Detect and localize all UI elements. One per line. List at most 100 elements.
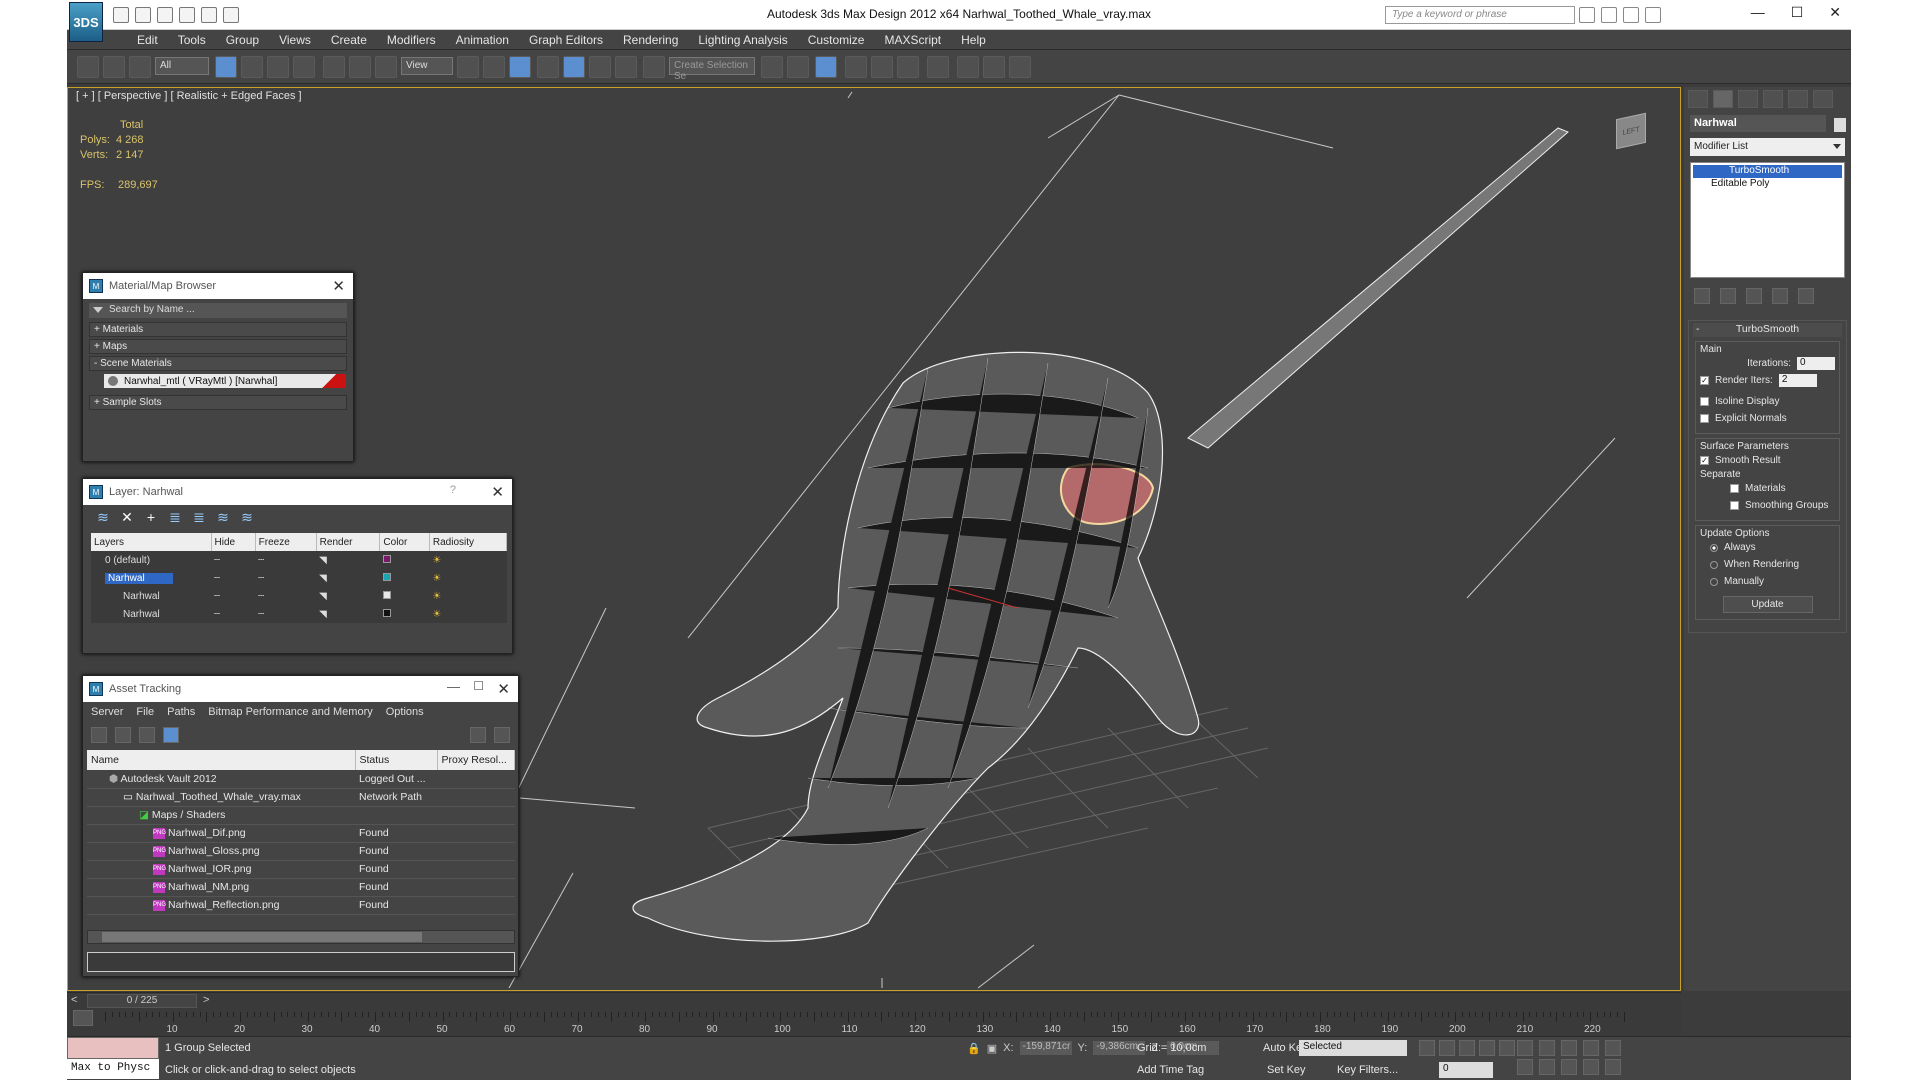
rectangular-selection-icon[interactable] — [267, 56, 289, 78]
asset-menu-options[interactable]: Options — [386, 706, 424, 720]
menu-tools[interactable]: Tools — [168, 30, 216, 49]
make-unique-icon[interactable] — [1746, 288, 1762, 304]
viewport-label[interactable]: [ + ] [ Perspective ] [ Realistic + Edge… — [76, 90, 302, 102]
layer-freeze-toggle[interactable]: ┄ — [255, 605, 317, 623]
layer-color-cell[interactable] — [379, 605, 430, 623]
asset-horizontal-scrollbar[interactable] — [87, 930, 515, 944]
percent-snap-icon[interactable] — [589, 56, 611, 78]
smoothing-groups-checkbox[interactable] — [1730, 501, 1739, 510]
window-crossing-icon[interactable] — [293, 56, 315, 78]
render-production-icon[interactable] — [1009, 56, 1031, 78]
previous-frame-icon[interactable] — [1439, 1040, 1455, 1056]
rotate-icon[interactable] — [349, 56, 371, 78]
group-sample-slots[interactable]: + Sample Slots — [89, 395, 347, 410]
add-time-tag[interactable]: Add Time Tag — [1137, 1064, 1204, 1076]
scrollbar-thumb[interactable] — [102, 932, 422, 942]
layer-color-cell[interactable] — [379, 551, 430, 569]
minimize-button[interactable]: — — [1751, 4, 1765, 21]
list-view-icon[interactable] — [115, 727, 131, 743]
communication-center-icon[interactable] — [1601, 7, 1617, 23]
group-scene-materials[interactable]: - Scene Materials — [89, 356, 347, 371]
rendered-frame-window-icon[interactable] — [983, 56, 1005, 78]
reference-coordinate-dropdown[interactable]: View — [401, 57, 453, 75]
layer-color-cell[interactable] — [379, 569, 430, 587]
pivot-center-icon[interactable] — [457, 56, 479, 78]
layer-name[interactable]: Narhwal — [91, 587, 211, 605]
zoom-extents-all-icon[interactable] — [1583, 1040, 1599, 1056]
zoom-extents-icon[interactable] — [1561, 1040, 1577, 1056]
layer-render-toggle[interactable]: ◥ — [316, 569, 380, 587]
timeline-ruler[interactable]: 10 20 30 40 50 60 70 80 90 100 110 120 130 140 150 160 1… — [105, 1012, 1705, 1035]
align-icon[interactable] — [787, 56, 809, 78]
stack-item-editable-poly[interactable]: Editable Poly — [1693, 178, 1842, 191]
zoom-all-icon[interactable] — [1539, 1040, 1555, 1056]
time-slider-prev[interactable]: < — [71, 994, 77, 1006]
layer-hide-toggle[interactable]: ┄ — [211, 569, 256, 587]
menu-group[interactable]: Group — [216, 30, 269, 49]
layer-row[interactable]: Narhwal ┄ ┄ ◥ ☀ — [91, 569, 507, 587]
scale-icon[interactable] — [375, 56, 397, 78]
walk-through-icon[interactable] — [1583, 1059, 1599, 1075]
asset-row[interactable]: PNG Narhwal_Reflection.png Found — [87, 896, 515, 915]
render-iters-spinner[interactable]: 2 — [1778, 374, 1817, 387]
keyboard-shortcut-override-icon[interactable] — [509, 56, 531, 78]
orbit-icon[interactable] — [1539, 1059, 1555, 1075]
add-to-layer-icon[interactable]: + — [143, 509, 159, 525]
freeze-all-icon[interactable]: ≋ — [239, 509, 255, 525]
asset-row[interactable]: PNG Narhwal_NM.png Found — [87, 878, 515, 897]
material-search-input[interactable]: Search by Name ... — [89, 303, 347, 318]
utilities-tab-icon[interactable] — [1813, 90, 1833, 108]
asset-row[interactable]: ◪ Maps / Shaders — [87, 806, 515, 825]
go-to-start-icon[interactable] — [1419, 1040, 1435, 1056]
explicit-normals-checkbox[interactable] — [1700, 414, 1709, 423]
layer-name[interactable]: 0 (default) — [91, 551, 211, 569]
graphite-ribbon-icon[interactable] — [845, 56, 867, 78]
col-hide[interactable]: Hide — [211, 533, 256, 551]
zoom-icon[interactable] — [1517, 1040, 1533, 1056]
layer-render-toggle[interactable]: ◥ — [316, 551, 380, 569]
pan-icon[interactable] — [1517, 1059, 1533, 1075]
menu-views[interactable]: Views — [269, 30, 321, 49]
close-icon[interactable]: ✕ — [491, 483, 504, 501]
object-color-swatch[interactable] — [1834, 118, 1846, 132]
layer-radiosity-toggle[interactable]: ☀ — [429, 569, 507, 587]
mirror-icon[interactable] — [761, 56, 783, 78]
tree-view-icon[interactable] — [139, 727, 155, 743]
col-radiosity[interactable]: Radiosity — [429, 533, 508, 551]
go-to-end-icon[interactable] — [1499, 1040, 1515, 1056]
layer-manager-icon[interactable] — [815, 56, 837, 78]
asset-row[interactable]: PNG Narhwal_Dif.png Found — [87, 824, 515, 843]
asset-menu-server[interactable]: Server — [91, 706, 123, 720]
spinner-snap-icon[interactable] — [615, 56, 637, 78]
asset-row[interactable]: ⬢ Autodesk Vault 2012 Logged Out ... — [87, 770, 515, 789]
bind-space-warp-icon[interactable] — [129, 56, 151, 78]
table-view-icon[interactable] — [163, 727, 179, 743]
group-materials[interactable]: + Materials — [89, 322, 347, 337]
layer-name-wrap[interactable]: Narhwal — [91, 569, 211, 587]
menu-customize[interactable]: Customize — [798, 30, 875, 49]
time-slider-next[interactable]: > — [203, 994, 209, 1006]
maximize-icon[interactable]: ☐ — [473, 679, 484, 693]
maxscript-listener-box[interactable] — [67, 1037, 159, 1059]
render-setup-icon[interactable] — [957, 56, 979, 78]
col-status[interactable]: Status — [355, 750, 438, 770]
next-frame-icon[interactable] — [1479, 1040, 1495, 1056]
layer-freeze-toggle[interactable]: ┄ — [255, 569, 317, 587]
select-in-layer-icon[interactable]: ≣ — [167, 509, 183, 525]
layer-row[interactable]: Narhwal ┄ ┄ ◥ ☀ — [91, 605, 507, 623]
pin-stack-icon[interactable] — [1694, 288, 1710, 304]
layer-name[interactable]: Narhwal — [91, 605, 211, 623]
layer-radiosity-toggle[interactable]: ☀ — [429, 551, 507, 569]
asset-row[interactable]: PNG Narhwal_Gloss.png Found — [87, 842, 515, 861]
edit-named-selection-icon[interactable] — [643, 56, 665, 78]
settings-icon[interactable] — [494, 727, 510, 743]
modifier-list-dropdown[interactable]: Modifier List — [1690, 138, 1845, 156]
col-name[interactable]: Name — [87, 750, 356, 770]
create-tab-icon[interactable] — [1688, 90, 1708, 108]
display-tab-icon[interactable] — [1788, 90, 1808, 108]
asset-titlebar[interactable]: M Asset Tracking — ☐ ✕ — [83, 676, 518, 702]
layer-freeze-toggle[interactable]: ┄ — [255, 587, 317, 605]
asset-menu-file[interactable]: File — [136, 706, 154, 720]
maxscript-mini-listener[interactable]: Max to Physc — [67, 1059, 159, 1079]
new-layer-icon[interactable]: ≋ — [95, 509, 111, 525]
